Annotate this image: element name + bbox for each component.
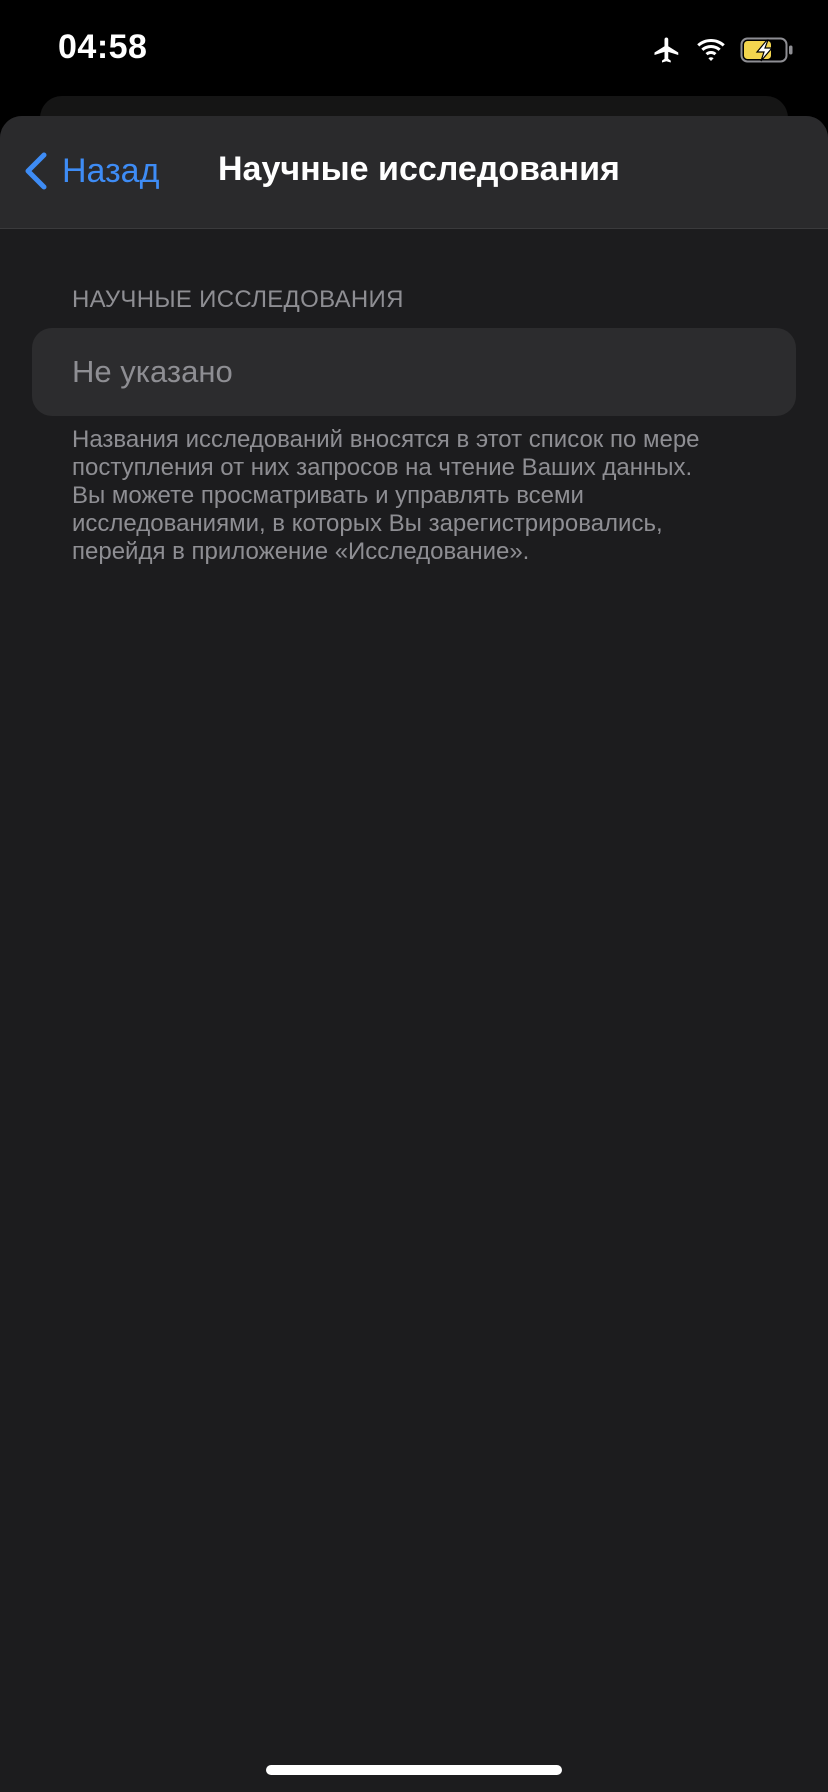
page-title: Научные исследования [218, 150, 620, 188]
chevron-left-icon [25, 152, 47, 190]
home-indicator[interactable] [266, 1765, 562, 1775]
wifi-icon [696, 38, 726, 62]
studies-list-cell: Не указано [32, 328, 796, 416]
footer-line: Вы можете просматривать и управлять всем… [72, 482, 584, 509]
footer-line: исследованиями, в которых Вы зарегистрир… [72, 510, 663, 537]
section-header: НАУЧНЫЕ ИССЛЕДОВАНИЯ [72, 286, 404, 313]
battery-charging-icon [740, 37, 794, 63]
airplane-icon [652, 35, 682, 65]
back-button-label: Назад [62, 151, 160, 190]
status-bar: 04:58 [0, 0, 828, 100]
status-icons [652, 34, 794, 66]
status-time: 04:58 [58, 28, 148, 66]
footer-line: Названия исследований вносятся в этот сп… [72, 426, 700, 453]
navigation-bar: Назад Научные исследования [0, 116, 828, 229]
footer-line: перейдя в приложение «Исследование». [72, 538, 530, 565]
section-footer: Названия исследований вносятся в этот сп… [72, 426, 772, 566]
modal-sheet: Назад Научные исследования НАУЧНЫЕ ИССЛЕ… [0, 116, 828, 1792]
back-button[interactable]: Назад [22, 148, 159, 194]
footer-line: поступления от них запросов на чтение Ва… [72, 454, 693, 481]
studies-empty-value: Не указано [72, 354, 233, 389]
